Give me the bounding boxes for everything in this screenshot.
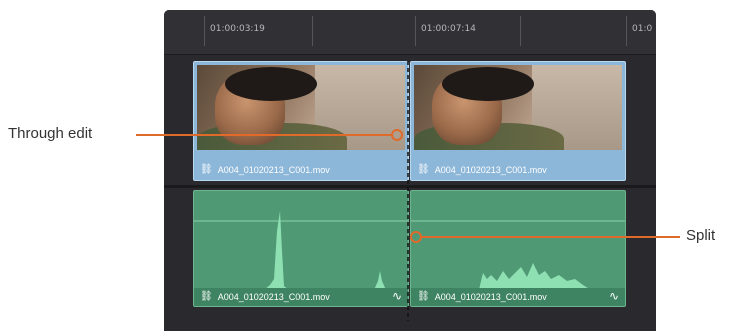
split-pointer — [420, 236, 680, 238]
ruler-tick — [415, 16, 416, 46]
timecode-label: 01:00:03:19 — [210, 24, 265, 34]
link-icon: ⛓ — [200, 291, 213, 302]
split-annotation: Split — [686, 227, 716, 244]
audio-waveform — [194, 211, 408, 290]
clip-label: ⛓ A004_01020213_C001.mov — [200, 164, 330, 175]
audio-fade-icon[interactable]: ∿ — [609, 289, 619, 303]
through-edit-pointer — [136, 134, 391, 136]
timecode-ruler[interactable]: 01:00:03:19 01:00:07:14 01:0 — [164, 10, 656, 55]
clip-name: A004_01020213_C001.mov — [434, 291, 547, 302]
clip-name: A004_01020213_C001.mov — [434, 164, 547, 175]
audio-clip-2[interactable]: ⛓ A004_01020213_C001.mov ∿ — [410, 190, 626, 307]
link-icon: ⛓ — [200, 164, 213, 175]
through-edit-annotation: Through edit — [8, 125, 93, 142]
clip-label: ⛓ A004_01020213_C001.mov — [417, 164, 547, 175]
clip-label: ⛓ A004_01020213_C001.mov — [200, 291, 330, 302]
link-icon: ⛓ — [417, 291, 430, 302]
audio-waveform — [411, 220, 625, 290]
clip-thumbnail — [414, 65, 622, 150]
video-clip-2[interactable]: ⛓ A004_01020213_C001.mov — [410, 61, 626, 181]
clip-label: ⛓ A004_01020213_C001.mov — [417, 291, 547, 302]
edit-point-line — [407, 61, 409, 321]
audio-fade-icon[interactable]: ∿ — [392, 289, 402, 303]
through-edit-marker — [391, 129, 403, 141]
clip-name: A004_01020213_C001.mov — [217, 164, 330, 175]
ruler-tick — [626, 16, 627, 46]
clip-name: A004_01020213_C001.mov — [217, 291, 330, 302]
audio-clip-1[interactable]: ⛓ A004_01020213_C001.mov ∿ — [193, 190, 409, 307]
video-clip-1[interactable]: ⛓ A004_01020213_C001.mov — [193, 61, 409, 181]
timecode-label: 01:00:07:14 — [421, 24, 476, 34]
link-icon: ⛓ — [417, 164, 430, 175]
ruler-tick — [520, 16, 521, 46]
timeline-panel: 01:00:03:19 01:00:07:14 01:0 ⛓ A004_0102… — [164, 10, 656, 331]
timecode-label: 01:0 — [632, 24, 653, 34]
ruler-tick — [204, 16, 205, 46]
ruler-tick — [312, 16, 313, 46]
split-marker — [410, 231, 422, 243]
clip-thumbnail — [197, 65, 405, 150]
